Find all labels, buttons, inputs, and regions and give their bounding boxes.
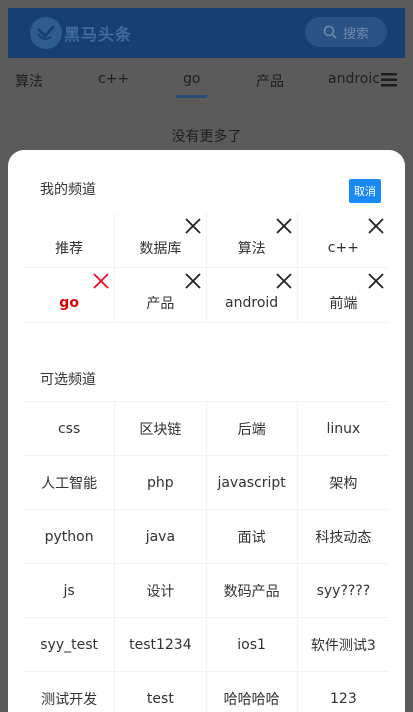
optional-channel-item[interactable]: java bbox=[115, 510, 207, 564]
my-channel-item[interactable]: 算法 bbox=[206, 213, 298, 268]
app-logo: 黑马头条 bbox=[30, 17, 132, 49]
tab-channel[interactable]: 算法 bbox=[15, 71, 43, 91]
my-channels-title: 我的频道 bbox=[40, 182, 96, 198]
tab-channel[interactable]: c++ bbox=[98, 71, 129, 87]
channel-edit-sheet: 我的频道 取消 推荐 数据库 算法 c++ go 产品 android 前端 可… bbox=[8, 150, 405, 712]
search-button[interactable]: 搜索 bbox=[305, 17, 387, 47]
channel-label: 算法 bbox=[237, 241, 266, 257]
my-channel-item[interactable]: 产品 bbox=[115, 268, 207, 323]
my-channels-grid: 推荐 数据库 算法 c++ go 产品 android 前端 bbox=[24, 213, 389, 323]
channel-label: 前端 bbox=[329, 296, 358, 312]
optional-channel-item[interactable]: test bbox=[115, 672, 207, 712]
optional-channel-item[interactable]: syy_test bbox=[24, 618, 116, 672]
app-header: 黑马头条 搜索 bbox=[8, 8, 405, 58]
optional-channel-item[interactable]: 测试开发 bbox=[24, 672, 116, 712]
close-icon[interactable] bbox=[184, 272, 202, 290]
optional-channels-title: 可选频道 bbox=[40, 372, 96, 388]
tab-channel-active[interactable]: go bbox=[175, 71, 209, 98]
optional-channel-item[interactable]: 架构 bbox=[297, 456, 389, 510]
optional-channel-item[interactable]: 123 bbox=[298, 672, 389, 712]
optional-channel-item[interactable]: linux bbox=[297, 402, 389, 456]
close-icon[interactable] bbox=[367, 217, 385, 235]
optional-channels-grid: css 区块链 后端 linux 人工智能 php javascript 架构 … bbox=[24, 401, 389, 712]
close-icon[interactable] bbox=[367, 272, 385, 290]
tab-channel[interactable]: 产品 bbox=[256, 71, 284, 91]
optional-channel-item[interactable]: 科技动态 bbox=[297, 510, 389, 564]
optional-channel-item[interactable]: 区块链 bbox=[115, 402, 207, 456]
close-icon[interactable] bbox=[184, 217, 202, 235]
optional-channel-item[interactable]: 后端 bbox=[206, 402, 298, 456]
optional-channel-item[interactable]: 哈哈哈哈 bbox=[207, 672, 298, 712]
optional-channel-item[interactable]: syy???? bbox=[297, 564, 389, 618]
tab-channel[interactable]: androic bbox=[328, 71, 380, 87]
optional-channel-item[interactable]: js bbox=[24, 564, 116, 618]
optional-channel-item[interactable]: 面试 bbox=[206, 510, 298, 564]
channel-label: 推荐 bbox=[55, 241, 84, 257]
my-channel-item[interactable]: c++ bbox=[297, 213, 389, 268]
channel-label: android bbox=[225, 295, 279, 311]
optional-channel-item[interactable]: 设计 bbox=[115, 564, 207, 618]
my-channel-item[interactable]: 推荐 bbox=[24, 213, 116, 268]
channel-label: c++ bbox=[327, 240, 359, 256]
close-icon[interactable] bbox=[275, 272, 293, 290]
optional-channel-item[interactable]: test1234 bbox=[115, 618, 207, 672]
my-channel-item[interactable]: 前端 bbox=[297, 268, 389, 323]
optional-channel-item[interactable]: javascript bbox=[206, 456, 298, 510]
close-icon[interactable] bbox=[275, 217, 293, 235]
my-channel-item-active[interactable]: go bbox=[24, 268, 116, 323]
my-channel-item[interactable]: android bbox=[206, 268, 298, 323]
cancel-edit-button[interactable]: 取消 bbox=[349, 179, 381, 203]
optional-channel-item[interactable]: php bbox=[115, 456, 207, 510]
optional-channel-item[interactable]: 软件测试3 bbox=[297, 618, 389, 672]
optional-channel-item[interactable]: 人工智能 bbox=[24, 456, 116, 510]
my-channel-item[interactable]: 数据库 bbox=[115, 213, 207, 268]
channel-tabs: 算法 c++ go 产品 androic bbox=[8, 58, 405, 100]
channel-label: go bbox=[59, 295, 79, 311]
no-more-text: 没有更多了 bbox=[171, 129, 242, 145]
app-name: 黑马头条 bbox=[64, 25, 133, 44]
close-icon[interactable] bbox=[92, 272, 110, 290]
channel-label: 产品 bbox=[146, 296, 175, 312]
hamburger-menu-icon[interactable] bbox=[381, 72, 397, 91]
search-icon bbox=[323, 25, 337, 39]
optional-channel-item[interactable]: ios1 bbox=[206, 618, 298, 672]
optional-channel-item[interactable]: css bbox=[24, 402, 116, 456]
optional-channel-item[interactable]: 数码产品 bbox=[206, 564, 298, 618]
channel-label: 数据库 bbox=[139, 241, 182, 257]
search-label: 搜索 bbox=[342, 26, 369, 42]
toutiao-logo-icon bbox=[30, 17, 62, 49]
optional-channel-item[interactable]: python bbox=[24, 510, 116, 564]
